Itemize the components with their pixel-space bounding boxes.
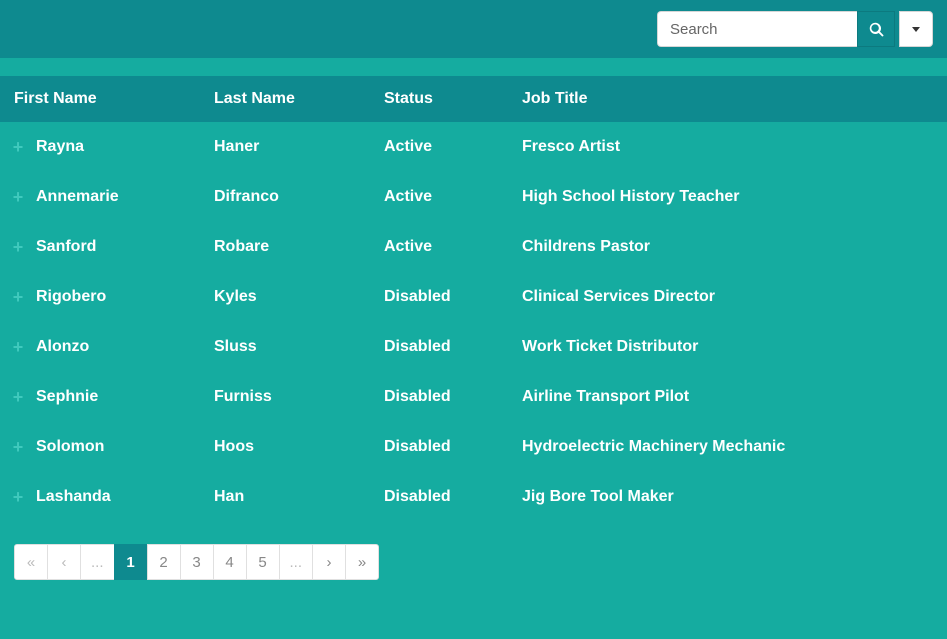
page-number[interactable]: 4 — [213, 544, 247, 580]
cell-status: Disabled — [384, 488, 522, 506]
cell-first-name: Alonzo — [36, 338, 214, 356]
search-icon — [869, 22, 884, 37]
expand-cell[interactable]: + — [0, 138, 36, 156]
cell-job-title: Jig Bore Tool Maker — [522, 488, 947, 506]
page-prev[interactable]: ‹ — [47, 544, 81, 580]
cell-last-name: Sluss — [214, 338, 384, 356]
plus-icon: + — [13, 388, 24, 406]
cell-last-name: Difranco — [214, 188, 384, 206]
cell-job-title: Work Ticket Distributor — [522, 338, 947, 356]
plus-icon: + — [13, 288, 24, 306]
page-number[interactable]: 2 — [147, 544, 181, 580]
header-status[interactable]: Status — [384, 90, 522, 108]
cell-last-name: Kyles — [214, 288, 384, 306]
table-row[interactable]: + SephnieFurnissDisabledAirline Transport… — [0, 372, 947, 422]
plus-icon: + — [13, 438, 24, 456]
table-row[interactable]: + LashandaHanDisabledJig Bore Tool Maker — [0, 472, 947, 522]
plus-icon: + — [13, 188, 24, 206]
page-number[interactable]: 5 — [246, 544, 280, 580]
cell-first-name: Lashanda — [36, 488, 214, 506]
cell-job-title: Clinical Services Director — [522, 288, 947, 306]
search-input[interactable] — [657, 11, 857, 47]
cell-first-name: Sanford — [36, 238, 214, 256]
pagination: «‹...12345...›» — [14, 544, 947, 580]
table-header: First Name Last Name Status Job Title — [0, 76, 947, 122]
page-last[interactable]: » — [345, 544, 379, 580]
header-first-name[interactable]: First Name — [0, 90, 214, 108]
expand-cell[interactable]: + — [0, 338, 36, 356]
cell-status: Active — [384, 188, 522, 206]
cell-last-name: Haner — [214, 138, 384, 156]
cell-first-name: Sephnie — [36, 388, 214, 406]
cell-first-name: Annemarie — [36, 188, 214, 206]
cell-job-title: Airline Transport Pilot — [522, 388, 947, 406]
page-ellipsis: ... — [279, 544, 314, 580]
cell-status: Disabled — [384, 438, 522, 456]
cell-last-name: Han — [214, 488, 384, 506]
search-group — [657, 11, 933, 47]
cell-status: Active — [384, 238, 522, 256]
table-row[interactable]: + SolomonHoosDisabledHydroelectric Machin… — [0, 422, 947, 472]
header-job-title[interactable]: Job Title — [522, 90, 947, 108]
table-row[interactable]: + AnnemarieDifrancoActiveHigh School Hist… — [0, 172, 947, 222]
cell-status: Disabled — [384, 388, 522, 406]
cell-job-title: Childrens Pastor — [522, 238, 947, 256]
plus-icon: + — [13, 238, 24, 256]
search-button[interactable] — [857, 11, 895, 47]
page-ellipsis: ... — [80, 544, 115, 580]
cell-last-name: Hoos — [214, 438, 384, 456]
topbar — [0, 0, 947, 58]
expand-cell[interactable]: + — [0, 238, 36, 256]
table-row[interactable]: + RigoberoKylesDisabledClinical Services … — [0, 272, 947, 322]
page-number[interactable]: 1 — [114, 544, 148, 580]
expand-cell[interactable]: + — [0, 188, 36, 206]
cell-last-name: Robare — [214, 238, 384, 256]
expand-cell[interactable]: + — [0, 488, 36, 506]
cell-last-name: Furniss — [214, 388, 384, 406]
expand-cell[interactable]: + — [0, 438, 36, 456]
plus-icon: + — [13, 138, 24, 156]
cell-status: Disabled — [384, 338, 522, 356]
table-row[interactable]: + AlonzoSlussDisabledWork Ticket Distribu… — [0, 322, 947, 372]
header-last-name[interactable]: Last Name — [214, 90, 384, 108]
cell-status: Disabled — [384, 288, 522, 306]
search-dropdown-button[interactable] — [899, 11, 933, 47]
cell-first-name: Rayna — [36, 138, 214, 156]
chevron-down-icon — [912, 27, 920, 32]
expand-cell[interactable]: + — [0, 388, 36, 406]
table-row[interactable]: + RaynaHanerActiveFresco Artist — [0, 122, 947, 172]
cell-job-title: Fresco Artist — [522, 138, 947, 156]
cell-status: Active — [384, 138, 522, 156]
cell-job-title: Hydroelectric Machinery Mechanic — [522, 438, 947, 456]
cell-first-name: Rigobero — [36, 288, 214, 306]
table-row[interactable]: + SanfordRobareActiveChildrens Pastor — [0, 222, 947, 272]
page-number[interactable]: 3 — [180, 544, 214, 580]
cell-job-title: High School History Teacher — [522, 188, 947, 206]
plus-icon: + — [13, 488, 24, 506]
table-body: +RaynaHanerActiveFresco Artist+Annemarie… — [0, 122, 947, 522]
expand-cell[interactable]: + — [0, 288, 36, 306]
cell-first-name: Solomon — [36, 438, 214, 456]
plus-icon: + — [13, 338, 24, 356]
page-next[interactable]: › — [312, 544, 346, 580]
page-first[interactable]: « — [14, 544, 48, 580]
